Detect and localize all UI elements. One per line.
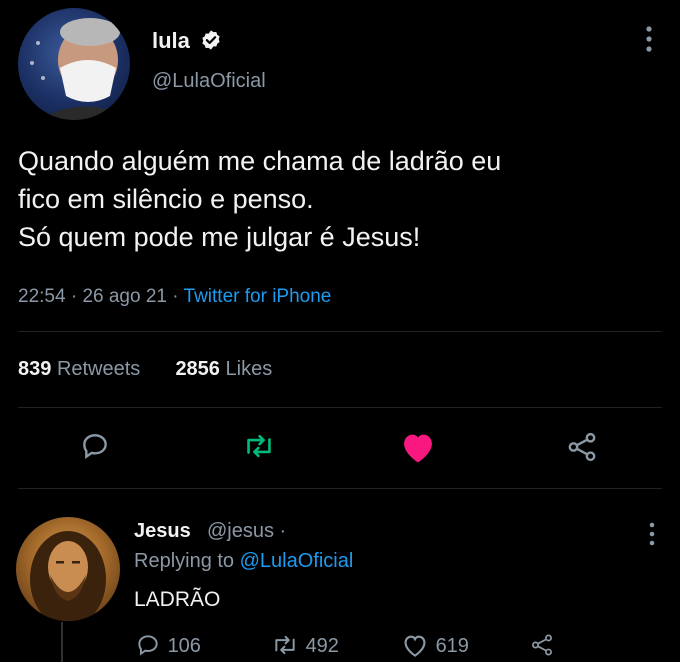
- replying-to-label: Replying to: [134, 550, 235, 572]
- reply-icon[interactable]: [79, 430, 111, 467]
- likes-label: Likes: [225, 358, 273, 380]
- like-icon: [404, 635, 426, 657]
- likes-count: 2856: [175, 358, 220, 380]
- tweet-text-line: Quando alguém me chama de ladrão eu: [18, 146, 502, 176]
- likes-stat[interactable]: 2856 Likes: [175, 358, 272, 380]
- author-handle[interactable]: @LulaOficial: [152, 70, 266, 93]
- reply-retweet-count: 492: [305, 635, 339, 657]
- reply-reply-button[interactable]: 106: [134, 632, 201, 658]
- verified-badge-icon: [200, 29, 222, 51]
- reply-like-button[interactable]: 619: [400, 632, 469, 658]
- author-avatar[interactable]: [18, 8, 130, 120]
- reply-author-name[interactable]: Jesus: [134, 520, 191, 543]
- more-options-icon[interactable]: [641, 24, 657, 59]
- separator-dot: ·: [70, 286, 83, 307]
- divider: [18, 331, 662, 332]
- retweets-stat[interactable]: 839 Retweets: [18, 358, 140, 380]
- retweets-label: Retweets: [56, 358, 141, 380]
- divider: [18, 488, 662, 489]
- like-icon[interactable]: [399, 430, 437, 469]
- tweet-source[interactable]: Twitter for iPhone: [184, 286, 332, 307]
- retweet-icon[interactable]: [242, 430, 276, 467]
- share-icon: [532, 634, 552, 656]
- divider: [18, 407, 662, 408]
- author-name[interactable]: lula: [152, 28, 190, 54]
- thread-line: [61, 622, 63, 662]
- tweet-text-line: fico em silêncio e penso.: [18, 184, 314, 214]
- reply-retweet-button[interactable]: 492: [270, 632, 339, 658]
- more-options-icon[interactable]: [645, 520, 659, 553]
- reply-icon: [138, 635, 158, 656]
- share-icon[interactable]: [565, 430, 599, 469]
- reply-author-avatar[interactable]: [16, 517, 120, 621]
- retweets-count: 839: [18, 358, 52, 380]
- tweet-stats: 839 Retweets 2856 Likes: [18, 358, 272, 381]
- separator-dot: ·: [172, 286, 184, 307]
- tweet-text: Quando alguém me chama de ladrão eu fico…: [18, 142, 658, 256]
- replying-to: Replying to @LulaOficial: [134, 550, 353, 573]
- retweet-icon: [275, 635, 295, 655]
- reply-count: 106: [167, 635, 201, 657]
- reply-author-handle[interactable]: @jesus ·: [207, 520, 286, 543]
- tweet-time[interactable]: 22:54: [18, 286, 66, 307]
- tweet-metadata: 22:54 · 26 ago 21 · Twitter for iPhone: [18, 286, 331, 308]
- replying-to-handle[interactable]: @LulaOficial: [240, 550, 354, 572]
- tweet-text-line: Só quem pode me julgar é Jesus!: [18, 222, 421, 252]
- reply-text: LADRÃO: [134, 588, 221, 611]
- reply-share-button[interactable]: [528, 632, 556, 658]
- tweet-date[interactable]: 26 ago 21: [82, 286, 167, 307]
- reply-like-count: 619: [435, 635, 469, 657]
- reply-handle-text: @jesus: [207, 520, 274, 542]
